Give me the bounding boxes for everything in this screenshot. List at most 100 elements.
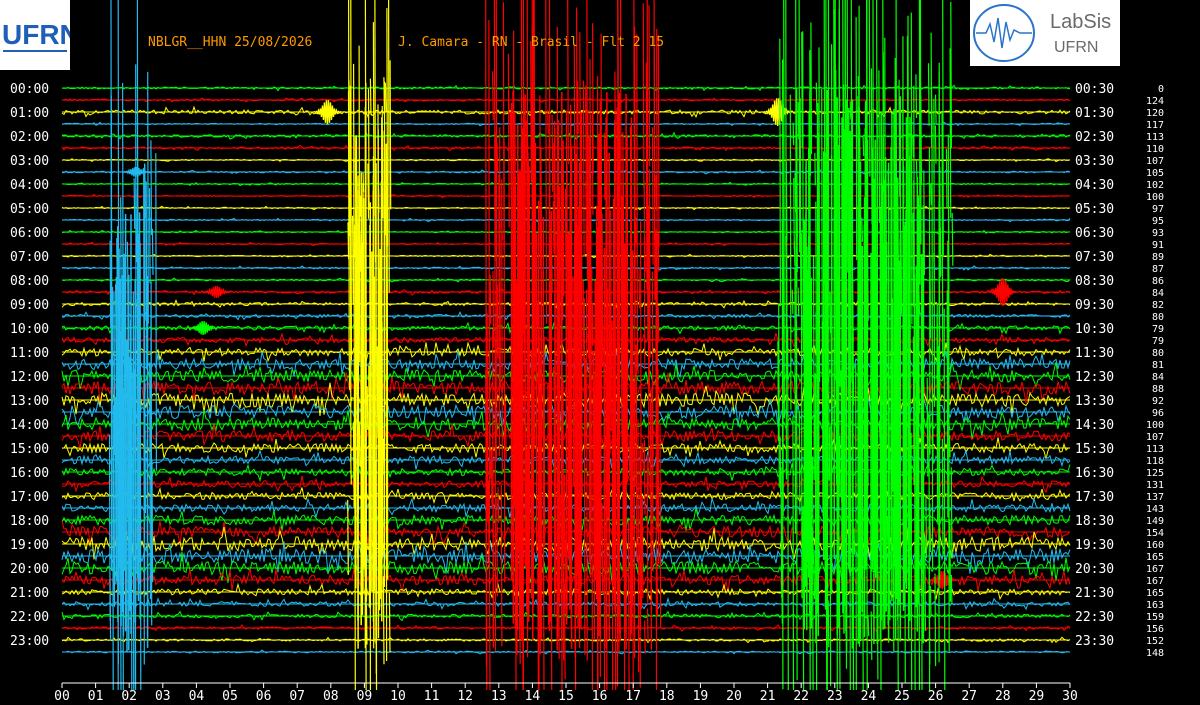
trace-scale-4: 113 — [1146, 132, 1164, 143]
right-time-label-6: 06:30 — [1075, 226, 1114, 241]
x-tick-label-3: 03 — [155, 689, 171, 704]
x-tick-label-16: 16 — [592, 689, 608, 704]
x-tick-label-23: 23 — [827, 689, 843, 704]
left-time-label-12: 12:00 — [10, 370, 49, 385]
trace-scale-20: 79 — [1152, 324, 1164, 335]
x-tick-label-11: 11 — [424, 689, 440, 704]
x-tick-label-9: 09 — [357, 689, 373, 704]
burst-0 — [347, 0, 392, 691]
x-tick-label-1: 01 — [88, 689, 104, 704]
x-tick-label-30: 30 — [1062, 689, 1078, 704]
left-time-label-7: 07:00 — [10, 250, 49, 265]
x-tick-label-6: 06 — [256, 689, 272, 704]
x-tick-label-27: 27 — [961, 689, 977, 704]
left-time-label-2: 02:00 — [10, 130, 49, 145]
trace-scale-9: 100 — [1146, 192, 1164, 203]
right-time-label-22: 22:30 — [1075, 610, 1114, 625]
left-time-label-21: 21:00 — [10, 586, 49, 601]
trace-scale-22: 80 — [1152, 348, 1164, 359]
event-0 — [313, 100, 342, 125]
trace-scale-12: 93 — [1152, 228, 1164, 239]
left-time-label-16: 16:00 — [10, 466, 49, 481]
burst-1 — [485, 0, 662, 691]
trace-scale-30: 113 — [1146, 444, 1164, 455]
left-time-label-5: 05:00 — [10, 202, 49, 217]
right-time-label-3: 03:30 — [1075, 154, 1114, 169]
trace-scale-16: 86 — [1152, 276, 1164, 287]
left-time-label-23: 23:00 — [10, 634, 49, 649]
right-time-label-18: 18:30 — [1075, 514, 1114, 529]
trace-scale-11: 95 — [1152, 216, 1164, 227]
labsis-subtitle: UFRN — [1054, 39, 1098, 56]
right-time-label-2: 02:30 — [1075, 130, 1114, 145]
right-time-label-5: 05:30 — [1075, 202, 1114, 217]
right-time-label-11: 11:30 — [1075, 346, 1114, 361]
trace-scale-13: 91 — [1152, 240, 1164, 251]
left-time-label-20: 20:00 — [10, 562, 49, 577]
trace-scale-26: 92 — [1152, 396, 1164, 407]
station-label: NBLGR__HHN 25/08/2026 — [148, 35, 313, 50]
x-tick-label-2: 02 — [121, 689, 137, 704]
trace-scale-6: 107 — [1146, 156, 1164, 167]
right-time-label-1: 01:30 — [1075, 106, 1114, 121]
x-tick-label-22: 22 — [793, 689, 809, 704]
x-tick-label-19: 19 — [693, 689, 709, 704]
left-time-label-18: 18:00 — [10, 514, 49, 529]
trace-scale-35: 143 — [1146, 504, 1164, 515]
left-time-label-0: 00:00 — [10, 82, 49, 97]
labsis-title: LabSis — [1050, 11, 1111, 33]
trace-scale-39: 165 — [1146, 552, 1164, 563]
trace-scale-18: 82 — [1152, 300, 1164, 311]
trace-scale-24: 84 — [1152, 372, 1164, 383]
x-tick-label-10: 10 — [390, 689, 406, 704]
x-tick-label-13: 13 — [491, 689, 507, 704]
x-tick-label-25: 25 — [894, 689, 910, 704]
x-tick-label-5: 05 — [222, 689, 238, 704]
operator-label: J. Camara - RN - Brasil - Flt 2 15 — [398, 35, 665, 50]
x-tick-label-26: 26 — [928, 689, 944, 704]
right-time-label-21: 21:30 — [1075, 586, 1114, 601]
x-tick-label-21: 21 — [760, 689, 776, 704]
seismogram-display: 00:00 01:00 02:00 03:00 04:00 05:00 06:00 07:00… — [0, 0, 1200, 705]
event-3 — [202, 286, 231, 299]
trace-scale-19: 80 — [1152, 312, 1164, 323]
right-time-label-7: 07:30 — [1075, 250, 1114, 265]
x-tick-label-20: 20 — [726, 689, 742, 704]
trace-scale-41: 167 — [1146, 576, 1164, 587]
trace-scale-23: 81 — [1152, 360, 1164, 371]
trace-scale-8: 102 — [1146, 180, 1164, 191]
trace-scale-17: 84 — [1152, 288, 1164, 299]
seismic-traces — [61, 0, 1071, 691]
trace-scale-15: 87 — [1152, 264, 1164, 275]
x-tick-label-29: 29 — [1029, 689, 1045, 704]
right-time-label-23: 23:30 — [1075, 634, 1114, 649]
trace-scale-0: 0 — [1158, 84, 1164, 95]
x-tick-label-18: 18 — [659, 689, 675, 704]
right-time-label-16: 16:30 — [1075, 466, 1114, 481]
ufrn-logo-text: UFRN — [2, 19, 70, 50]
left-time-label-9: 09:00 — [10, 298, 49, 313]
burst-2 — [777, 0, 954, 691]
x-tick-label-17: 17 — [625, 689, 641, 704]
trace-scale-33: 131 — [1146, 480, 1164, 491]
burst-3 — [108, 0, 157, 691]
trace-scale-42: 165 — [1146, 588, 1164, 599]
x-tick-label-8: 08 — [323, 689, 339, 704]
right-time-label-14: 14:30 — [1075, 418, 1114, 433]
seismogram-icon — [976, 17, 1032, 49]
left-time-axis: 00:00 01:00 02:00 03:00 04:00 05:00 06:00 07:00… — [10, 82, 49, 649]
left-time-label-8: 08:00 — [10, 274, 49, 289]
trace-scale-28: 100 — [1146, 420, 1164, 431]
right-time-label-8: 08:30 — [1075, 274, 1114, 289]
trace-scale-3: 117 — [1146, 120, 1164, 131]
left-time-label-17: 17:00 — [10, 490, 49, 505]
trace-scale-34: 137 — [1146, 492, 1164, 503]
trace-scale-14: 89 — [1152, 252, 1164, 263]
left-time-label-6: 06:00 — [10, 226, 49, 241]
trace-scale-38: 160 — [1146, 540, 1164, 551]
ufrn-logo: UFRN — [0, 0, 80, 70]
left-time-label-3: 03:00 — [10, 154, 49, 169]
trace-scale-37: 154 — [1146, 528, 1164, 539]
trace-scale-31: 118 — [1146, 456, 1164, 467]
event-1 — [763, 98, 792, 127]
